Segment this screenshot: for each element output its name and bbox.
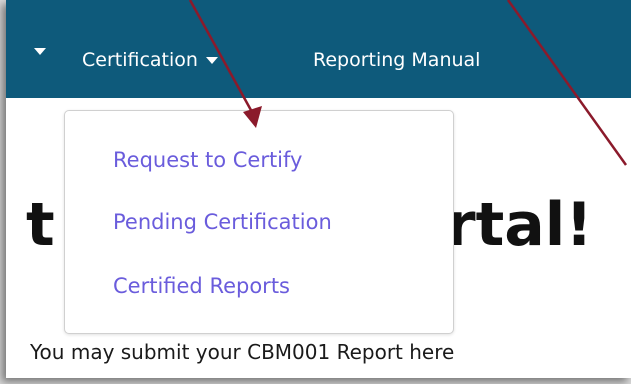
caret-down-icon: [34, 48, 46, 55]
intro-text: You may submit your CBM001 Report here: [30, 340, 455, 364]
page-heading-start: t: [26, 190, 55, 260]
browser-frame: Certification Reporting Manual t rtal! Y…: [6, 0, 631, 378]
page-heading-end: rtal!: [446, 190, 593, 260]
nav-reporting-manual[interactable]: Reporting Manual: [313, 48, 480, 72]
menu-item-pending-certification[interactable]: Pending Certification: [113, 208, 332, 236]
navbar: Certification Reporting Manual: [6, 0, 631, 98]
nav-previous-dropdown[interactable]: [34, 48, 46, 55]
menu-item-request-to-certify[interactable]: Request to Certify: [113, 146, 302, 174]
nav-certification[interactable]: Certification: [82, 48, 218, 72]
menu-item-certified-reports[interactable]: Certified Reports: [113, 272, 290, 300]
certification-dropdown-menu: Request to Certify Pending Certification…: [64, 110, 454, 334]
caret-down-icon: [205, 56, 218, 64]
nav-certification-label: Certification: [82, 49, 198, 71]
nav-reporting-manual-label: Reporting Manual: [313, 49, 481, 71]
